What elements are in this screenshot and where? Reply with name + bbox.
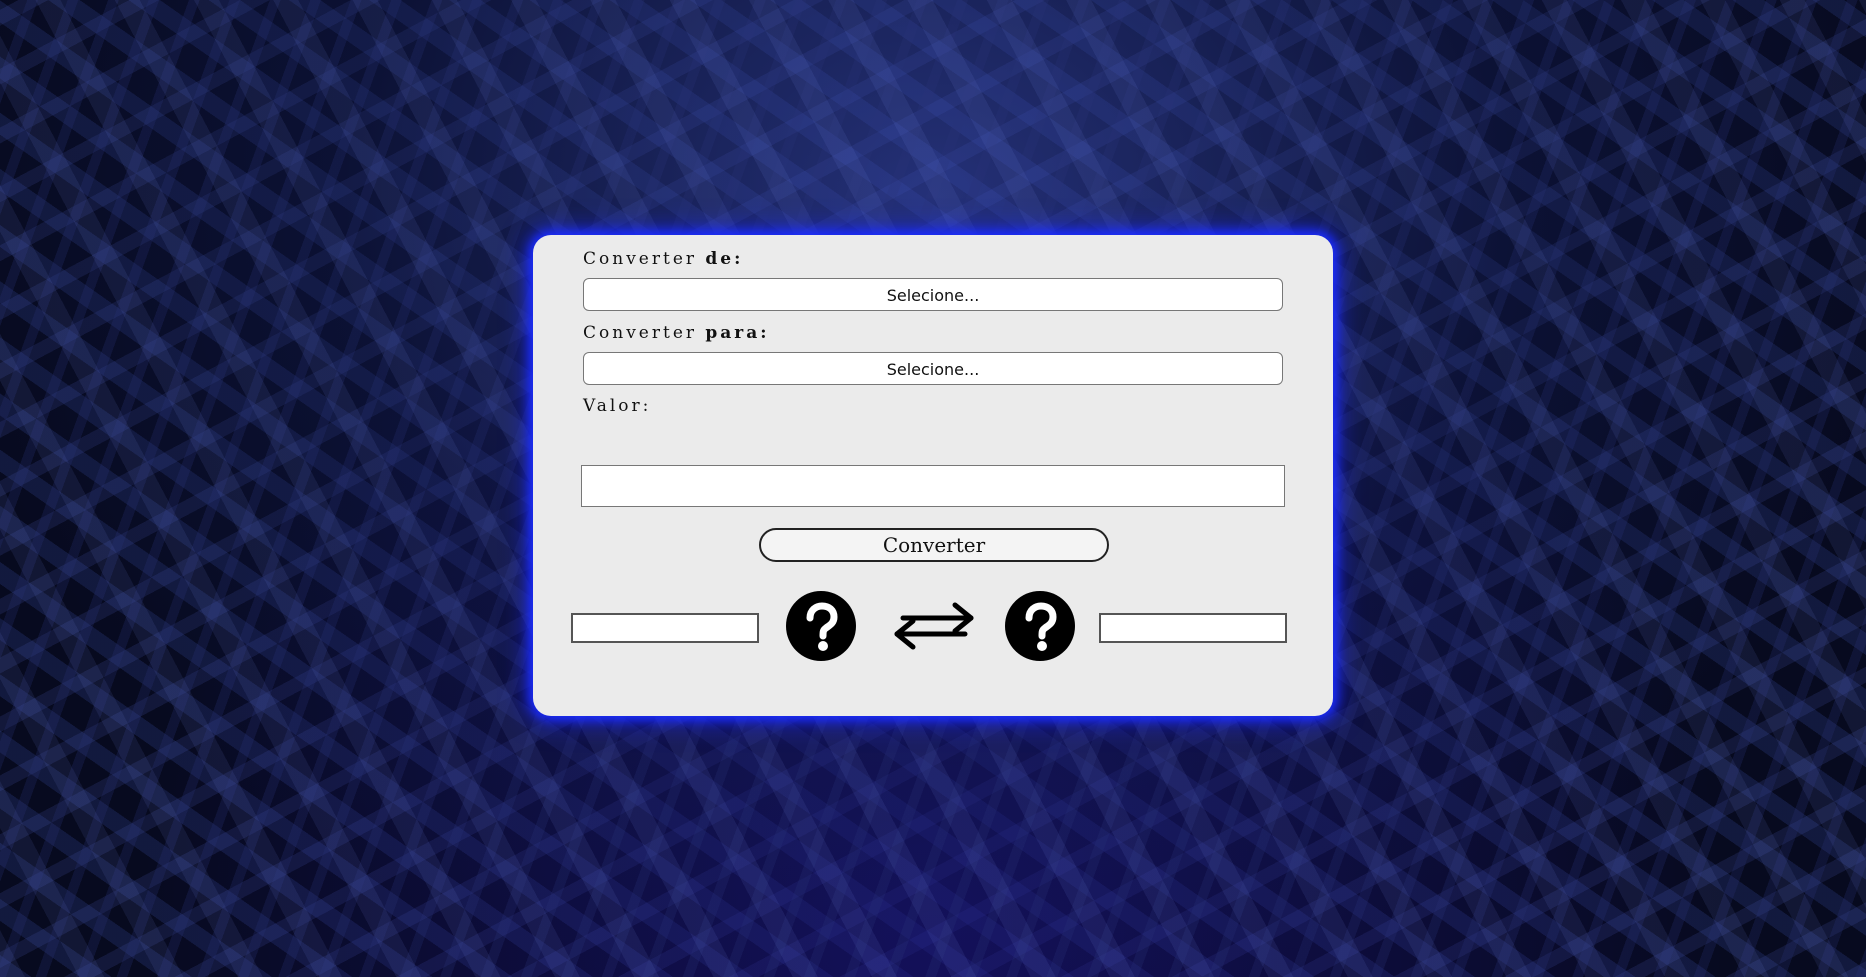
question-mark-icon <box>786 591 856 661</box>
from-currency-select[interactable]: Selecione... <box>583 278 1283 311</box>
to-currency-select[interactable]: Selecione... <box>583 352 1283 385</box>
from-label: Converter de: <box>583 249 744 269</box>
to-result-box <box>1099 613 1287 643</box>
question-mark-icon <box>1005 591 1075 661</box>
swap-arrows-icon <box>894 602 974 650</box>
converter-card: Converter de: Selecione... Converter par… <box>533 235 1333 716</box>
from-result-box <box>571 613 759 643</box>
value-label: Valor: <box>583 396 652 416</box>
convert-button[interactable]: Converter <box>759 528 1109 562</box>
value-input[interactable] <box>581 465 1285 507</box>
to-label: Converter para: <box>583 323 770 343</box>
